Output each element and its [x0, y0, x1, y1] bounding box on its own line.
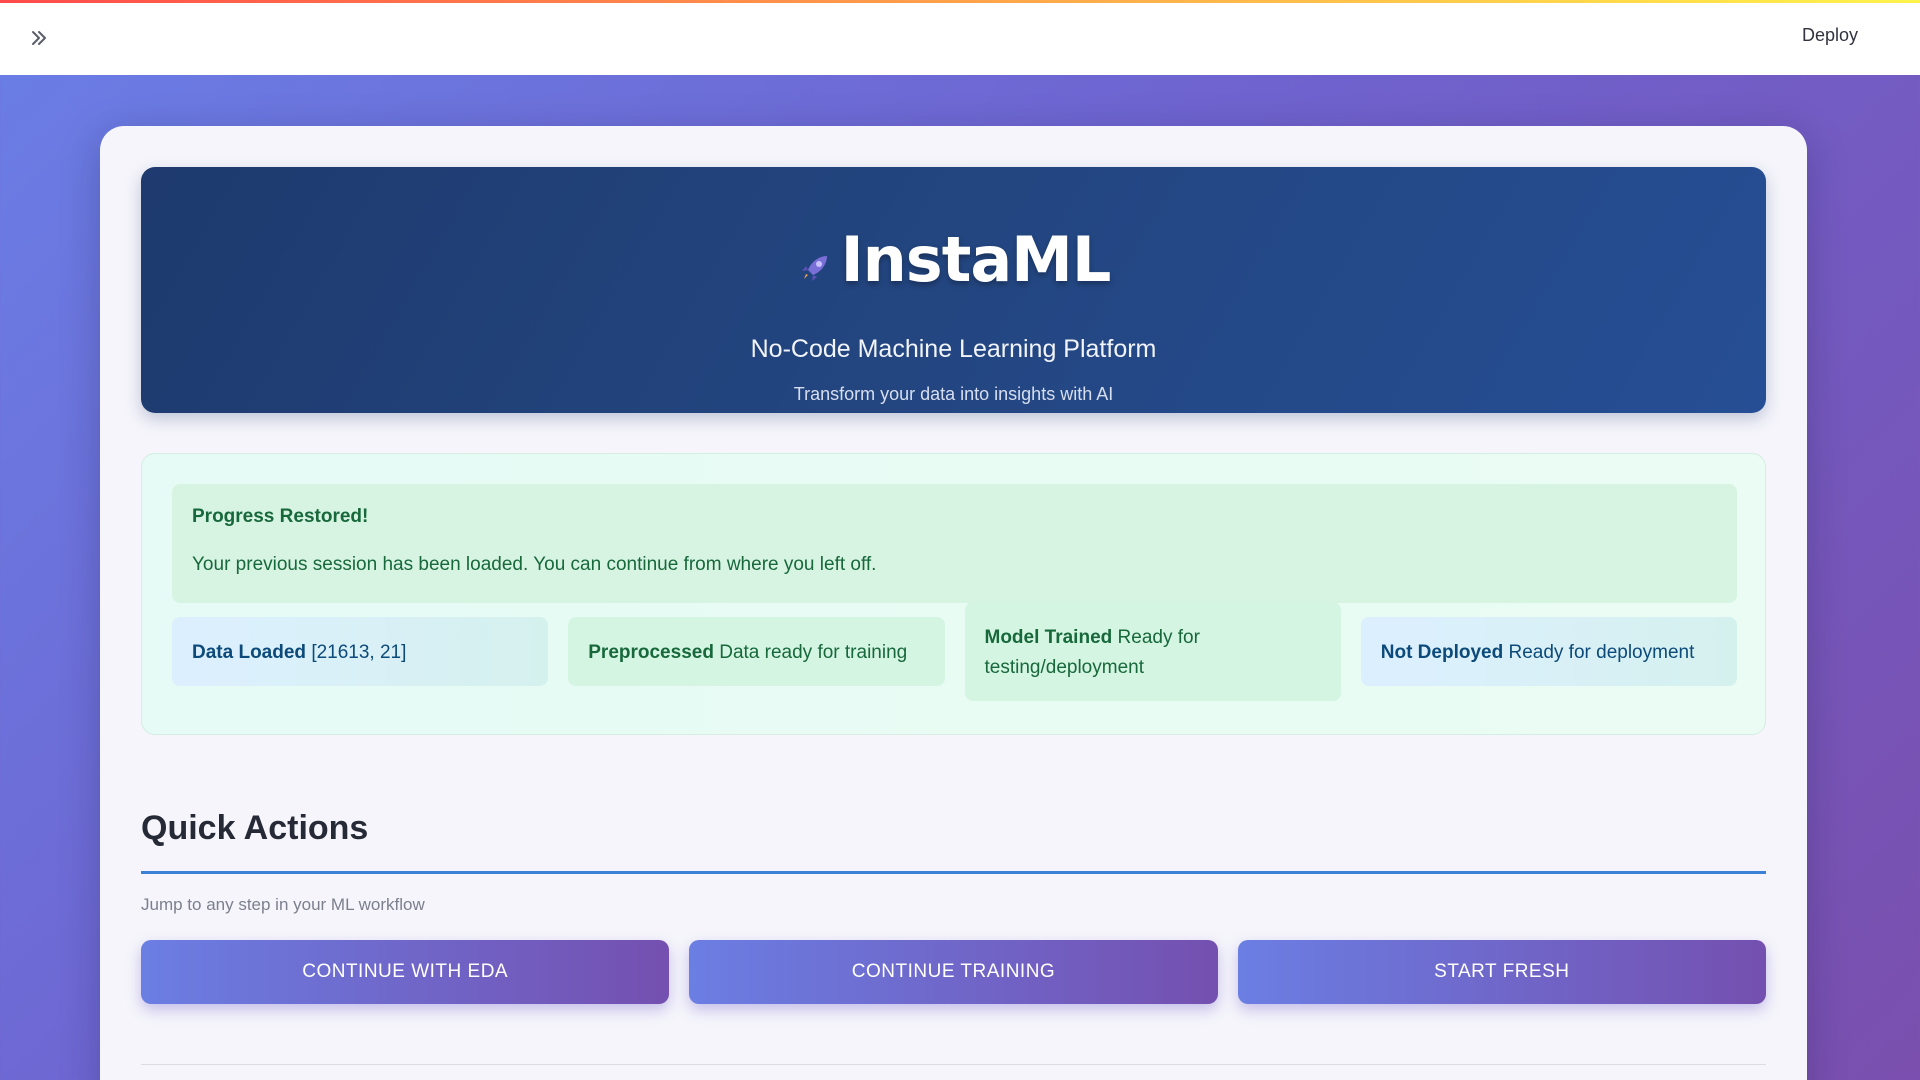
bottom-divider [141, 1064, 1766, 1065]
start-fresh-button[interactable]: START FRESH [1237, 940, 1766, 1004]
sidebar-expand-button[interactable] [26, 25, 52, 51]
quick-actions-heading: Quick Actions [141, 809, 369, 847]
status-label: Data Loaded [192, 642, 307, 663]
double-chevron-right-icon [32, 31, 46, 45]
continue-eda-button[interactable]: CONTINUE WITH EDA [141, 940, 670, 1004]
status-detail: [21613, 21] [311, 642, 407, 663]
alert-message: Your previous session has been loaded. Y… [192, 554, 877, 575]
quick-actions-row: CONTINUE WITH EDA CONTINUE TRAINING STAR… [141, 940, 1766, 1004]
top-toolbar: Deploy [0, 3, 1920, 75]
deploy-button[interactable]: Deploy [1802, 25, 1858, 46]
progress-restored-alert: Progress Restored! Your previous session… [172, 484, 1737, 603]
status-card-model-trained: Model Trained Ready for testing/deployme… [964, 602, 1341, 701]
app-tagline: Transform your data into insights with A… [793, 384, 1114, 404]
status-detail: Data ready for training [719, 642, 908, 663]
continue-training-button[interactable]: CONTINUE TRAINING [689, 940, 1218, 1004]
status-detail: Ready for deployment [1508, 642, 1695, 663]
alert-title: Progress Restored! [192, 506, 369, 527]
section-divider [141, 871, 1766, 874]
workflow-status-cards: Data Loaded [21613, 21] Preprocessed Dat… [172, 602, 1737, 701]
app-title: InstaML [840, 223, 1112, 296]
status-card-data-loaded: Data Loaded [21613, 21] [172, 617, 549, 686]
status-label: Model Trained [984, 627, 1113, 648]
hero-banner: InstaML No-Code Machine Learning Platfor… [141, 167, 1766, 413]
header-decoration-bar [0, 0, 1920, 3]
hero-title-row: InstaML [141, 223, 1766, 296]
status-label: Preprocessed [588, 642, 714, 663]
status-label: Not Deployed [1380, 642, 1504, 663]
main-content-card: InstaML No-Code Machine Learning Platfor… [100, 126, 1807, 1080]
status-card-deployment: Not Deployed Ready for deployment [1360, 617, 1737, 686]
quick-actions-hint: Jump to any step in your ML workflow [141, 895, 425, 914]
app-subtitle: No-Code Machine Learning Platform [750, 335, 1157, 363]
rocket-icon [801, 255, 827, 281]
session-status-panel: Progress Restored! Your previous session… [141, 453, 1766, 735]
status-card-preprocessed: Preprocessed Data ready for training [568, 617, 945, 686]
